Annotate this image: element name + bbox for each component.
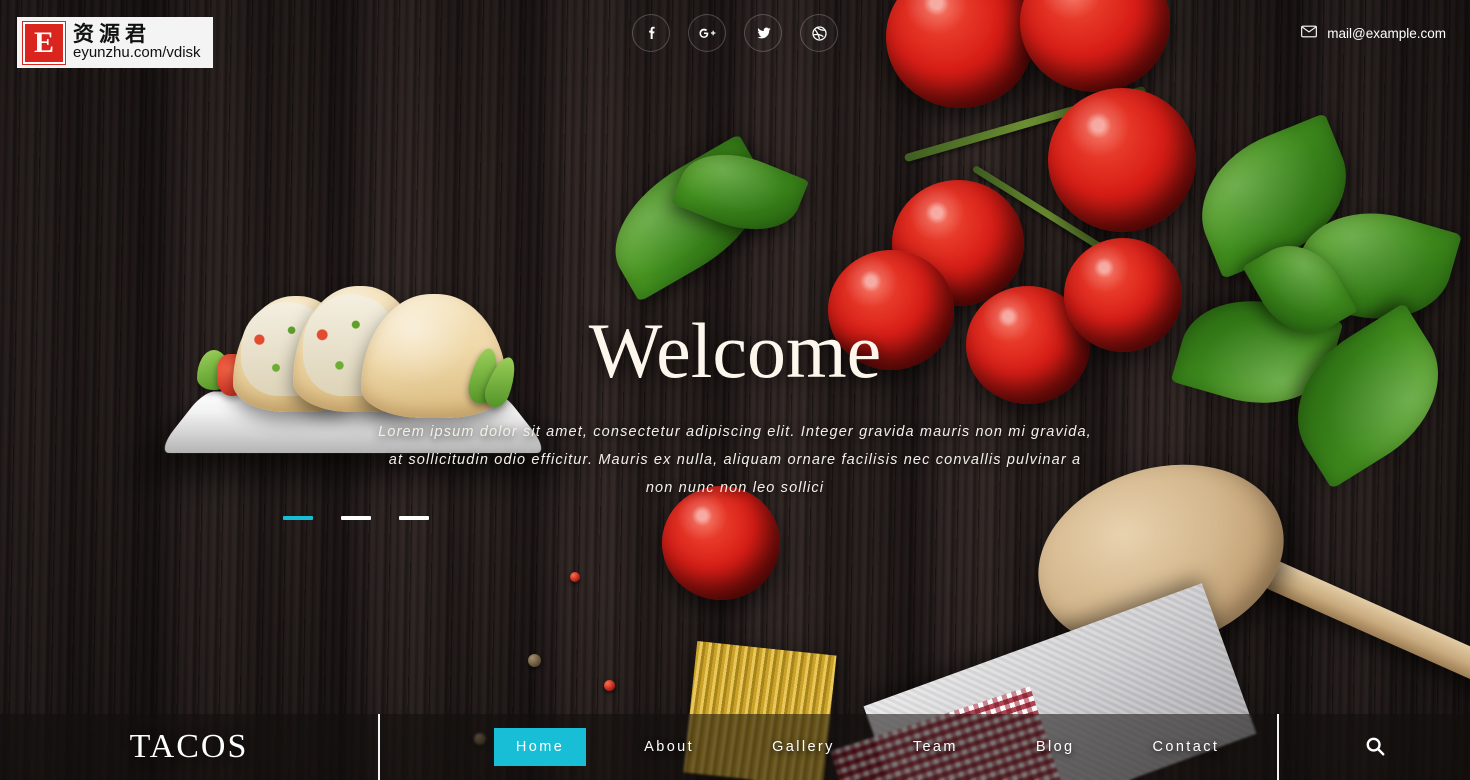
nav-item-home[interactable]: Home: [493, 728, 587, 766]
email-address: mail@example.com: [1327, 25, 1446, 41]
watermark-text: 资源君 eyunzhu.com/vdisk: [73, 23, 201, 62]
social-links: [632, 14, 838, 52]
envelope-icon: [1301, 25, 1318, 41]
peppercorn: [528, 654, 541, 667]
search-icon: [1364, 735, 1386, 760]
hero-section: [0, 0, 1470, 780]
social-google-plus-link[interactable]: [688, 14, 726, 52]
search-area: [1279, 735, 1470, 760]
nav-divider-right: [1277, 714, 1280, 780]
pepper-berry: [604, 680, 615, 691]
nav-item-contact[interactable]: Contact: [1133, 728, 1240, 766]
social-twitter-link[interactable]: [744, 14, 782, 52]
watermark-badge: E: [22, 20, 66, 65]
watermark-url: eyunzhu.com/vdisk: [73, 44, 201, 62]
top-contact-bar: 222 111 444: [0, 0, 1470, 68]
email-contact[interactable]: mail@example.com: [1301, 25, 1446, 41]
nav-item-gallery[interactable]: Gallery: [752, 728, 855, 766]
carousel-indicator-3[interactable]: [399, 516, 429, 520]
twitter-icon: [755, 25, 772, 41]
watermark-overlay: E 资源君 eyunzhu.com/vdisk: [17, 17, 213, 68]
google-plus-icon: [698, 25, 717, 41]
social-facebook-link[interactable]: [632, 14, 670, 52]
nav-menu: Home About Gallery Team Blog Contact: [380, 728, 1277, 766]
social-dribbble-link[interactable]: [800, 14, 838, 52]
search-button[interactable]: [1364, 735, 1386, 760]
main-navigation-bar: TACOS Home About Gallery Team Blog Conta…: [0, 714, 1470, 780]
nav-item-about[interactable]: About: [624, 728, 714, 766]
dribbble-icon: [811, 25, 828, 42]
tacos-plate-image: [155, 272, 551, 487]
carousel-indicator-2[interactable]: [341, 516, 371, 520]
facebook-icon: [643, 25, 659, 41]
pepper-berry: [570, 572, 580, 582]
nav-item-blog[interactable]: Blog: [1016, 728, 1095, 766]
nav-divider-left: [378, 714, 380, 780]
site-logo[interactable]: TACOS: [0, 728, 378, 766]
carousel-indicator-1[interactable]: [283, 516, 313, 520]
nav-item-team[interactable]: Team: [893, 728, 978, 766]
watermark-chinese-text: 资源君: [73, 22, 151, 47]
carousel-indicators: [283, 516, 429, 520]
